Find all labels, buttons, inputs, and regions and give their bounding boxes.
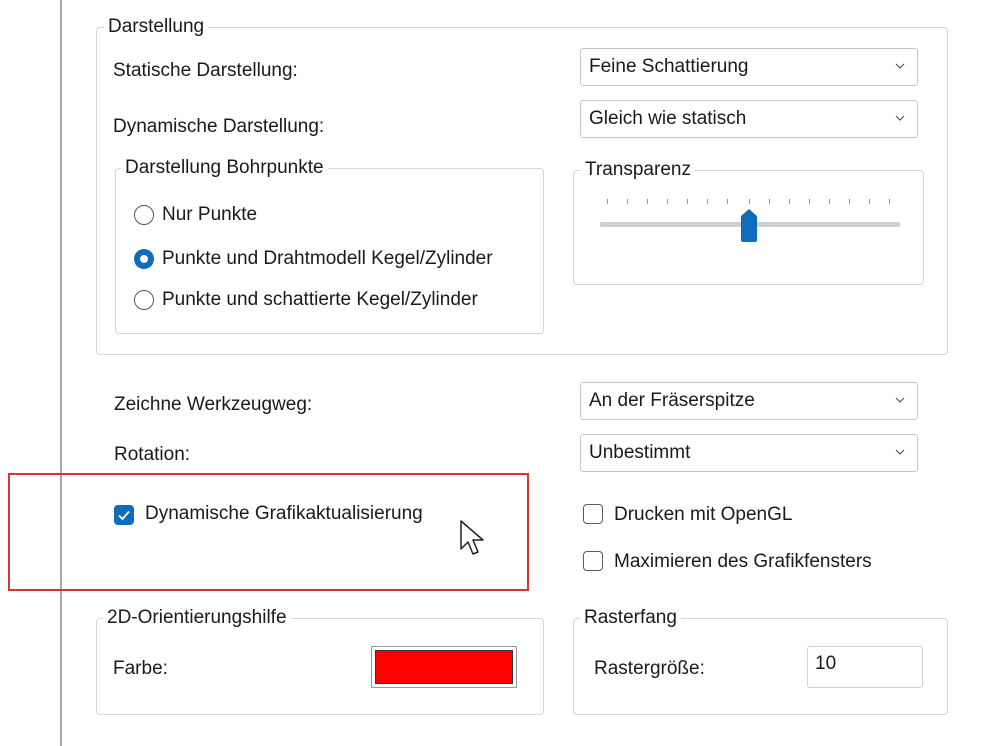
radio-only-points[interactable] [134,205,154,225]
static-display-label: Statische Darstellung: [113,60,298,81]
chevron-down-icon [895,397,905,403]
chevron-down-icon [895,115,905,121]
slider-thumb-icon[interactable] [739,208,759,242]
slider-tick [727,199,728,204]
slider-tick [687,199,688,204]
snap-group-title: Rasterfang [580,607,681,629]
slider-tick [889,199,890,204]
maximize-window-checkbox[interactable] [583,551,603,571]
chevron-down-icon [895,449,905,455]
slider-tick [749,199,750,204]
slider-tick [769,199,770,204]
display-group-title: Darstellung [104,16,209,38]
rotation-value: Unbestimmt [589,442,691,463]
mouse-pointer-icon [460,520,484,555]
dynamic-display-select[interactable]: Gleich wie statisch [580,100,918,138]
orientation-group-title: 2D-Orientierungshilfe [103,607,291,629]
slider-tick [829,199,830,204]
radio-wireframe[interactable] [134,249,154,269]
dynamic-display-label: Dynamische Darstellung: [113,116,325,137]
rotation-label: Rotation: [114,444,191,465]
transparency-title: Transparenz [581,159,695,181]
slider-tick [647,199,648,204]
grid-size-input[interactable]: 10 [807,646,923,688]
color-label: Farbe: [113,658,168,679]
slider-tick [809,199,810,204]
color-picker-button[interactable] [371,646,517,688]
radio-shaded-label[interactable]: Punkte und schattierte Kegel/Zylinder [162,289,478,311]
radio-only-points-label[interactable]: Nur Punkte [162,204,257,226]
slider-tick [607,199,608,204]
print-opengl-label[interactable]: Drucken mit OpenGL [614,504,792,526]
slider-tick [869,199,870,204]
radio-wireframe-label[interactable]: Punkte und Drahtmodell Kegel/Zylinder [162,248,493,270]
drill-points-group-title: Darstellung Bohrpunkte [121,157,328,179]
slider-tick [789,199,790,204]
dynamic-display-value: Gleich wie statisch [589,108,747,129]
dynamic-update-label[interactable]: Dynamische Grafikaktualisierung [145,503,423,525]
toolpath-value: An der Fräserspitze [589,390,755,411]
color-swatch [375,650,513,684]
rotation-select[interactable]: Unbestimmt [580,434,918,472]
print-opengl-checkbox[interactable] [583,504,603,524]
grid-size-label: Rastergröße: [594,658,705,679]
toolpath-select[interactable]: An der Fräserspitze [580,382,918,420]
radio-shaded[interactable] [134,290,154,310]
red-highlight-frame [8,473,529,591]
checkmark-icon [118,510,130,521]
static-display-value: Feine Schattierung [589,56,749,77]
chevron-down-icon [895,63,905,69]
toolpath-label: Zeichne Werkzeugweg: [114,394,313,415]
slider-tick [667,199,668,204]
slider-tick [627,199,628,204]
dynamic-update-checkbox[interactable] [114,505,134,525]
window-edge-divider [60,0,62,746]
slider-tick [849,199,850,204]
static-display-select[interactable]: Feine Schattierung [580,48,918,86]
maximize-window-label[interactable]: Maximieren des Grafikfensters [614,551,872,573]
slider-tick [707,199,708,204]
